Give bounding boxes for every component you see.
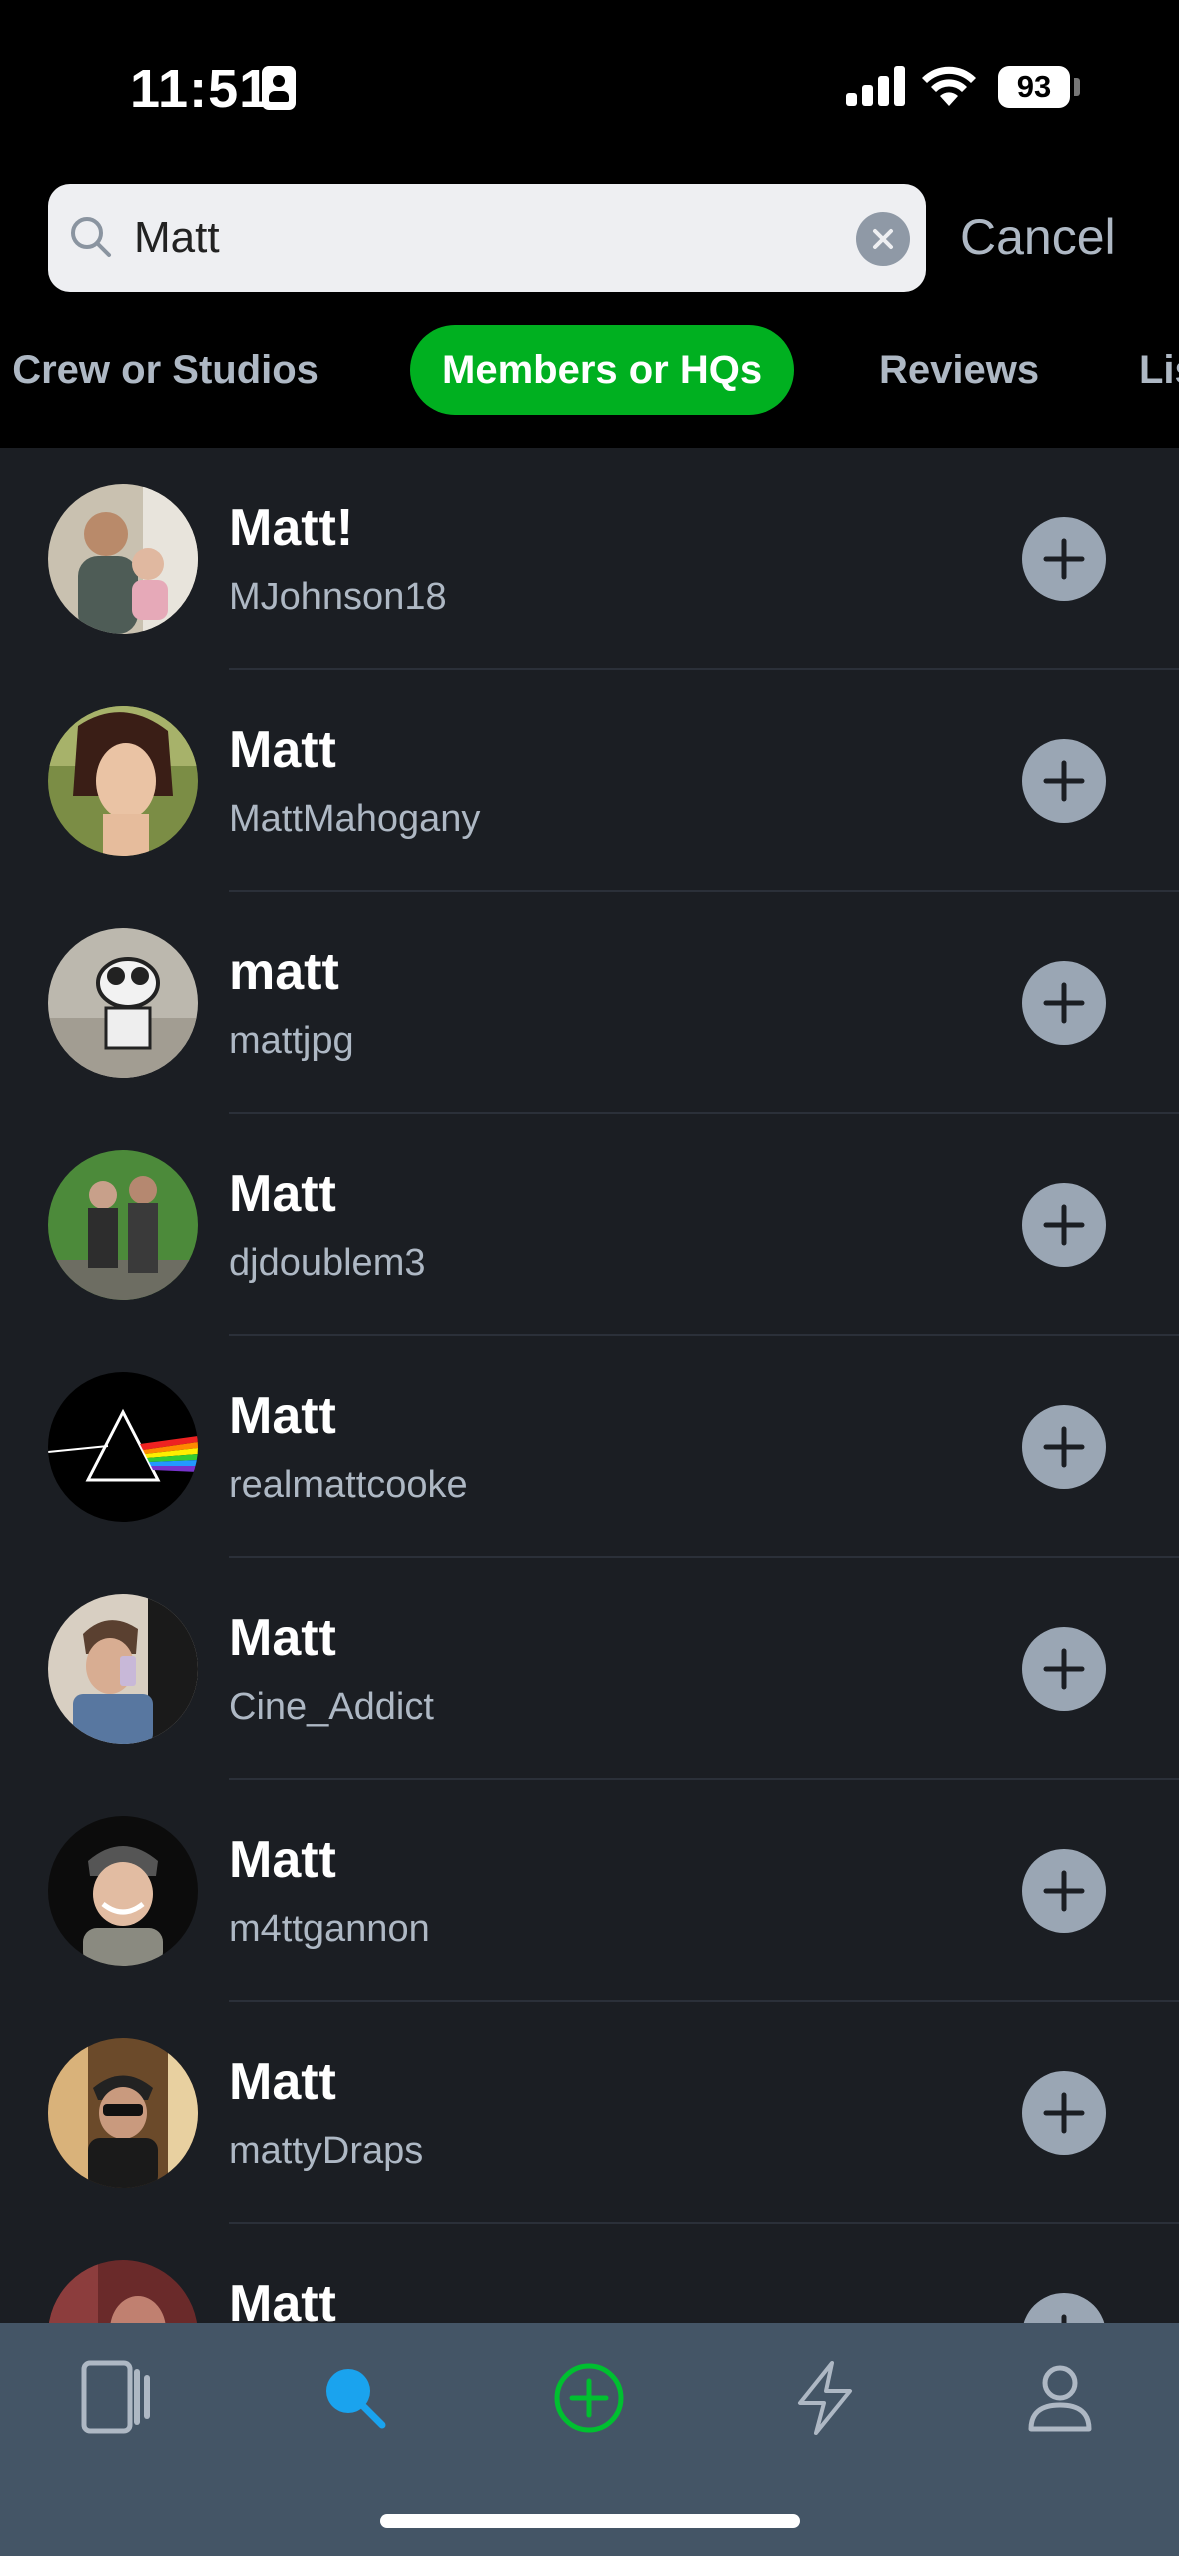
results-list: Matt! MJohnson18 Matt MattMahogany matt … [0, 448, 1179, 2323]
result-name: Matt [229, 1387, 336, 1445]
tab-members-hqs[interactable]: Members or HQs [410, 325, 795, 415]
activity-bolt-icon[interactable] [780, 2353, 870, 2443]
plus-icon [1043, 538, 1085, 580]
wifi-icon [922, 66, 976, 106]
list-item[interactable]: Matt realmattcooke [0, 1336, 1179, 1558]
result-username: m4ttgannon [229, 1908, 430, 1950]
avatar[interactable] [48, 1594, 198, 1744]
list-item[interactable]: Matt m4ttgannon [0, 1780, 1179, 2002]
add-button[interactable] [1022, 1627, 1106, 1711]
result-username: MJohnson18 [229, 576, 447, 618]
status-time: 11:51 [130, 59, 271, 119]
search-icon[interactable] [310, 2353, 400, 2443]
tab-lists[interactable]: Lis [1139, 325, 1179, 415]
add-button[interactable] [1022, 1183, 1106, 1267]
list-item[interactable]: Matt [0, 2224, 1179, 2323]
avatar[interactable] [48, 928, 198, 1078]
search-input[interactable] [134, 184, 834, 292]
search-box[interactable] [48, 184, 926, 292]
search-icon [71, 217, 111, 257]
plus-icon [1061, 2314, 1067, 2323]
result-username: Cine_Addict [229, 1686, 434, 1728]
plus-icon [1043, 1426, 1085, 1468]
result-name: Matt! [229, 499, 354, 557]
plus-icon [1043, 1870, 1085, 1912]
avatar[interactable] [48, 1372, 198, 1522]
result-name: Matt [229, 721, 336, 779]
list-item[interactable]: Matt! MJohnson18 [0, 448, 1179, 670]
avatar[interactable] [48, 2260, 198, 2323]
home-indicator [380, 2514, 800, 2528]
tab-reviews[interactable]: Reviews [879, 325, 1039, 415]
add-button[interactable] [1022, 1405, 1106, 1489]
add-button[interactable] [1022, 961, 1106, 1045]
clear-circle-icon [873, 229, 893, 249]
add-button[interactable] [1022, 2293, 1106, 2323]
clear-search-button[interactable] [856, 212, 910, 266]
list-item[interactable]: Matt MattMahogany [0, 670, 1179, 892]
tab-films-crew-studios[interactable]: , Crew or Studios [0, 325, 319, 415]
battery-indicator: 93 [998, 66, 1070, 108]
result-name: Matt [229, 1609, 336, 1667]
add-button[interactable] [1022, 739, 1106, 823]
result-name: matt [229, 943, 339, 1001]
avatar[interactable] [48, 706, 198, 856]
cancel-button[interactable]: Cancel [960, 208, 1116, 266]
result-name: Matt [229, 1165, 336, 1223]
list-item[interactable]: Matt Cine_Addict [0, 1558, 1179, 1780]
result-username: MattMahogany [229, 798, 481, 840]
plus-icon [1043, 982, 1085, 1024]
plus-icon [1043, 760, 1085, 802]
add-button[interactable] [1022, 1849, 1106, 1933]
result-username: mattjpg [229, 1020, 354, 1062]
list-item[interactable]: matt mattjpg [0, 892, 1179, 1114]
films-icon[interactable] [72, 2353, 162, 2443]
result-username: realmattcooke [229, 1464, 468, 1506]
add-circle-icon[interactable] [544, 2353, 634, 2443]
result-username: djdoublem3 [229, 1242, 426, 1284]
add-button[interactable] [1022, 2071, 1106, 2155]
result-name: Matt [229, 2053, 336, 2111]
lock-icon [262, 66, 296, 110]
result-name: Matt [229, 1831, 336, 1889]
profile-icon[interactable] [1015, 2353, 1105, 2443]
plus-icon [1043, 1204, 1085, 1246]
avatar[interactable] [48, 2038, 198, 2188]
cellular-signal-icon [846, 66, 906, 106]
result-name: Matt [229, 2275, 336, 2323]
avatar[interactable] [48, 484, 198, 634]
list-item[interactable]: Matt djdoublem3 [0, 1114, 1179, 1336]
add-button[interactable] [1022, 517, 1106, 601]
result-username: mattyDraps [229, 2130, 424, 2172]
avatar[interactable] [48, 1816, 198, 1966]
battery-tip [1074, 78, 1080, 96]
search-category-tabs: , Crew or Studios Members or HQs Reviews… [0, 325, 1179, 415]
plus-icon [1043, 1648, 1085, 1690]
list-item[interactable]: Matt mattyDraps [0, 2002, 1179, 2224]
avatar[interactable] [48, 1150, 198, 1300]
plus-icon [1043, 2092, 1085, 2134]
